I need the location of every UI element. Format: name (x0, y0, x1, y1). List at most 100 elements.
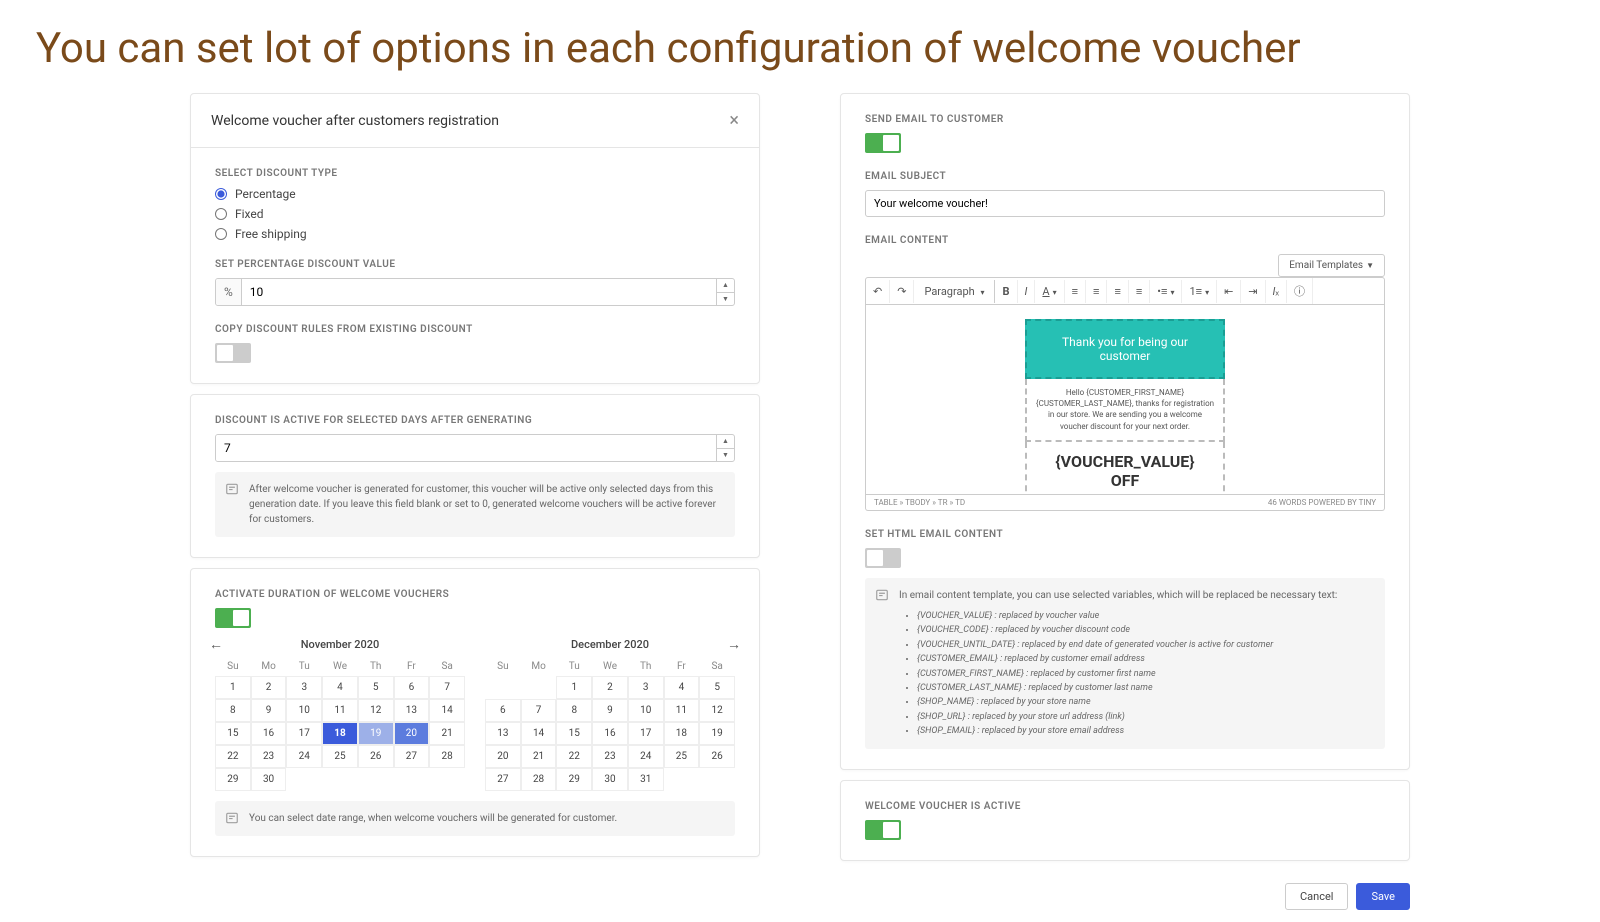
cal-day[interactable]: 18 (322, 722, 358, 745)
help-icon[interactable]: ⓘ (1287, 278, 1313, 304)
discount-value-input[interactable] (242, 279, 716, 305)
cal-day[interactable]: 8 (215, 699, 251, 722)
cal-day[interactable]: 12 (699, 699, 735, 722)
italic-icon[interactable]: I (1018, 280, 1036, 303)
cal-day[interactable]: 9 (592, 699, 628, 722)
cal-day[interactable]: 17 (286, 722, 322, 745)
editor-body[interactable]: Thank you for being our customer Hello {… (865, 305, 1385, 495)
cal-day[interactable]: 16 (251, 722, 287, 745)
cal-day[interactable]: 1 (556, 676, 592, 699)
cal-day[interactable]: 27 (394, 745, 430, 768)
cal-day[interactable]: 7 (429, 676, 465, 699)
clear-format-icon[interactable]: Iₓ (1266, 280, 1288, 303)
copy-rules-toggle[interactable] (215, 343, 251, 363)
cal-day[interactable]: 10 (286, 699, 322, 722)
radio-percentage[interactable]: Percentage (215, 187, 735, 201)
active-days-input[interactable] (216, 435, 716, 461)
cal-day[interactable]: 5 (358, 676, 394, 699)
save-button[interactable]: Save (1356, 883, 1410, 910)
cal-day[interactable]: 23 (592, 745, 628, 768)
cal-day[interactable]: 20 (394, 722, 430, 745)
cal-day[interactable]: 3 (286, 676, 322, 699)
cal-day[interactable]: 17 (628, 722, 664, 745)
subject-input[interactable] (865, 190, 1385, 217)
cal-day[interactable]: 24 (286, 745, 322, 768)
paragraph-select[interactable]: Paragraph ▾ (914, 280, 995, 303)
outdent-icon[interactable]: ⇤ (1217, 280, 1241, 303)
cal-day[interactable]: 19 (358, 722, 394, 745)
color-icon[interactable]: A▾ (1035, 280, 1064, 303)
cal-day[interactable]: 23 (251, 745, 287, 768)
cal-day[interactable]: 13 (485, 722, 521, 745)
cal-day[interactable]: 6 (394, 676, 430, 699)
cal-day[interactable]: 21 (521, 745, 557, 768)
number-list-icon[interactable]: 1≡▾ (1182, 280, 1217, 303)
radio-fixed[interactable]: Fixed (215, 207, 735, 221)
radio-free-shipping[interactable]: Free shipping (215, 227, 735, 241)
cal-day[interactable]: 11 (322, 699, 358, 722)
send-email-toggle[interactable] (865, 133, 901, 153)
cal-day[interactable]: 24 (628, 745, 664, 768)
align-justify-icon[interactable]: ≡ (1129, 280, 1150, 303)
align-center-icon[interactable]: ≡ (1086, 280, 1107, 303)
cal-next-icon[interactable]: → (727, 636, 741, 653)
cal-day[interactable]: 22 (556, 745, 592, 768)
undo-icon[interactable]: ↶ (866, 280, 890, 303)
cal-day[interactable]: 7 (521, 699, 557, 722)
redo-icon[interactable]: ↷ (890, 280, 914, 303)
cal-day[interactable]: 30 (251, 768, 287, 791)
spinner-down-icon[interactable]: ▼ (717, 293, 734, 306)
cal-day[interactable]: 9 (251, 699, 287, 722)
cal-day[interactable]: 19 (699, 722, 735, 745)
spinner-up-icon[interactable]: ▲ (717, 279, 734, 293)
cal-day[interactable]: 11 (664, 699, 700, 722)
cal-day[interactable]: 2 (251, 676, 287, 699)
cal-day[interactable]: 14 (429, 699, 465, 722)
cal-day[interactable]: 6 (485, 699, 521, 722)
cal-day[interactable]: 22 (215, 745, 251, 768)
cal-day[interactable]: 27 (485, 768, 521, 791)
cal-day[interactable]: 10 (628, 699, 664, 722)
cancel-button[interactable]: Cancel (1285, 883, 1348, 910)
cal-prev-icon[interactable]: ← (209, 636, 223, 653)
cal-day[interactable]: 25 (322, 745, 358, 768)
email-templates-button[interactable]: Email Templates▼ (1278, 254, 1385, 277)
voucher-active-toggle[interactable] (865, 820, 901, 840)
cal-day[interactable]: 31 (628, 768, 664, 791)
cal-day[interactable]: 13 (394, 699, 430, 722)
activate-toggle[interactable] (215, 608, 251, 628)
cal-day[interactable]: 15 (215, 722, 251, 745)
cal-day[interactable]: 12 (358, 699, 394, 722)
bold-icon[interactable]: B (995, 280, 1017, 303)
cal-day[interactable]: 2 (592, 676, 628, 699)
cal-day[interactable]: 29 (215, 768, 251, 791)
cal-day[interactable]: 4 (322, 676, 358, 699)
cal-day[interactable]: 18 (664, 722, 700, 745)
close-icon[interactable]: × (729, 110, 739, 131)
cal-day[interactable]: 4 (664, 676, 700, 699)
align-right-icon[interactable]: ≡ (1107, 280, 1128, 303)
cal-day[interactable]: 26 (358, 745, 394, 768)
cal-day[interactable]: 14 (521, 722, 557, 745)
cal-day[interactable]: 1 (215, 676, 251, 699)
spinner[interactable]: ▲▼ (716, 435, 734, 461)
spinner[interactable]: ▲▼ (716, 279, 734, 305)
bullet-list-icon[interactable]: •≡▾ (1150, 280, 1182, 303)
cal-day[interactable]: 16 (592, 722, 628, 745)
cal-day[interactable]: 30 (592, 768, 628, 791)
cal-day[interactable]: 26 (699, 745, 735, 768)
cal-day[interactable]: 29 (556, 768, 592, 791)
cal-day[interactable]: 8 (556, 699, 592, 722)
indent-icon[interactable]: ⇥ (1241, 280, 1265, 303)
cal-day[interactable]: 3 (628, 676, 664, 699)
cal-day[interactable]: 20 (485, 745, 521, 768)
cal-day[interactable]: 15 (556, 722, 592, 745)
cal-day[interactable]: 5 (699, 676, 735, 699)
align-left-icon[interactable]: ≡ (1065, 280, 1086, 303)
html-content-toggle[interactable] (865, 548, 901, 568)
cal-day[interactable]: 28 (429, 745, 465, 768)
spinner-down-icon[interactable]: ▼ (717, 449, 734, 462)
spinner-up-icon[interactable]: ▲ (717, 435, 734, 449)
cal-day[interactable]: 28 (521, 768, 557, 791)
cal-day[interactable]: 21 (429, 722, 465, 745)
